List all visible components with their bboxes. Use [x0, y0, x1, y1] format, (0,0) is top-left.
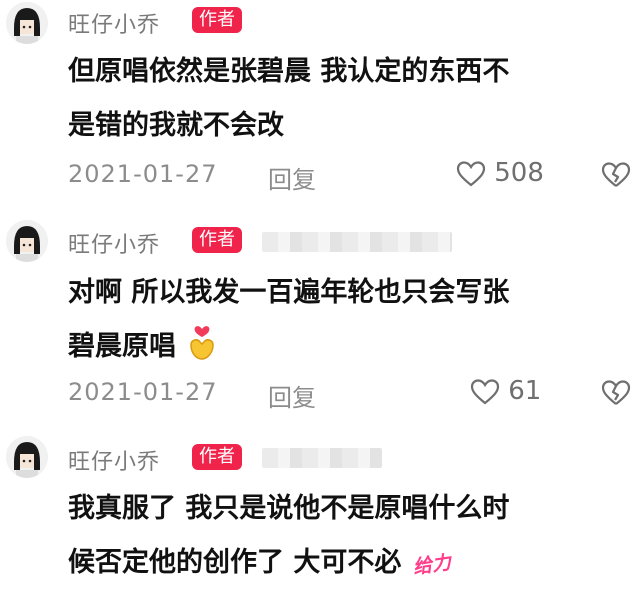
like-button[interactable]: 61 [470, 376, 541, 406]
reply-button[interactable]: 回复 [268, 160, 316, 195]
reply-button[interactable]: 回复 [268, 378, 316, 413]
username[interactable]: 旺仔小乔 [68, 227, 160, 259]
comment-text-line: 是错的我就不会改 [68, 110, 284, 141]
dislike-button[interactable] [600, 160, 632, 189]
comment-date: 2021-01-27 [68, 378, 218, 406]
comment-text: 我真服了 我只是说他不是原唱什么时 候否定他的创作了 大可不必 给力 [68, 482, 628, 592]
like-count: 508 [494, 158, 544, 188]
blurred-text [262, 232, 452, 252]
heart-outline-icon [456, 160, 486, 186]
blurred-text [262, 448, 382, 468]
heart-outline-icon [470, 378, 500, 404]
broken-heart-icon [601, 162, 631, 187]
username[interactable]: 旺仔小乔 [68, 7, 160, 39]
author-badge: 作者 [192, 444, 242, 470]
avatar-icon [6, 2, 48, 44]
sticker-text: 给力 [411, 551, 453, 579]
comment-text: 但原唱依然是张碧晨 我认定的东西不 是错的我就不会改 [68, 45, 628, 153]
broken-heart-icon [601, 380, 631, 405]
comment-meta: 2021-01-27 回复 508 [68, 158, 640, 195]
comment-text: 对啊 所以我发一百遍年轮也只会写张 碧晨原唱 [68, 266, 628, 374]
heart-hands-emoji-icon [185, 323, 219, 361]
comment-text-line: 碧晨原唱 [68, 320, 628, 374]
avatar[interactable] [6, 436, 48, 478]
comment-text-line: 候否定他的创作了 大可不必 给力 [68, 536, 628, 592]
comment-text-fragment: 碧晨原唱 [68, 331, 176, 362]
author-badge: 作者 [192, 227, 242, 253]
like-count: 61 [508, 376, 542, 406]
avatar[interactable] [6, 2, 48, 44]
username[interactable]: 旺仔小乔 [68, 444, 160, 476]
comment-meta: 2021-01-27 回复 61 [68, 376, 640, 413]
dislike-button[interactable] [600, 378, 632, 407]
avatar[interactable] [6, 220, 48, 262]
like-button[interactable]: 508 [456, 158, 544, 188]
comment-text-fragment: 候否定他的创作了 大可不必 [68, 547, 402, 578]
author-badge: 作者 [192, 7, 242, 33]
comment-text-line: 对啊 所以我发一百遍年轮也只会写张 [68, 277, 510, 308]
avatar-icon [6, 436, 48, 478]
comment-date: 2021-01-27 [68, 160, 218, 188]
comment-text-line: 但原唱依然是张碧晨 我认定的东西不 [68, 56, 510, 87]
comment-text-line: 我真服了 我只是说他不是原唱什么时 [68, 493, 510, 524]
avatar-icon [6, 220, 48, 262]
